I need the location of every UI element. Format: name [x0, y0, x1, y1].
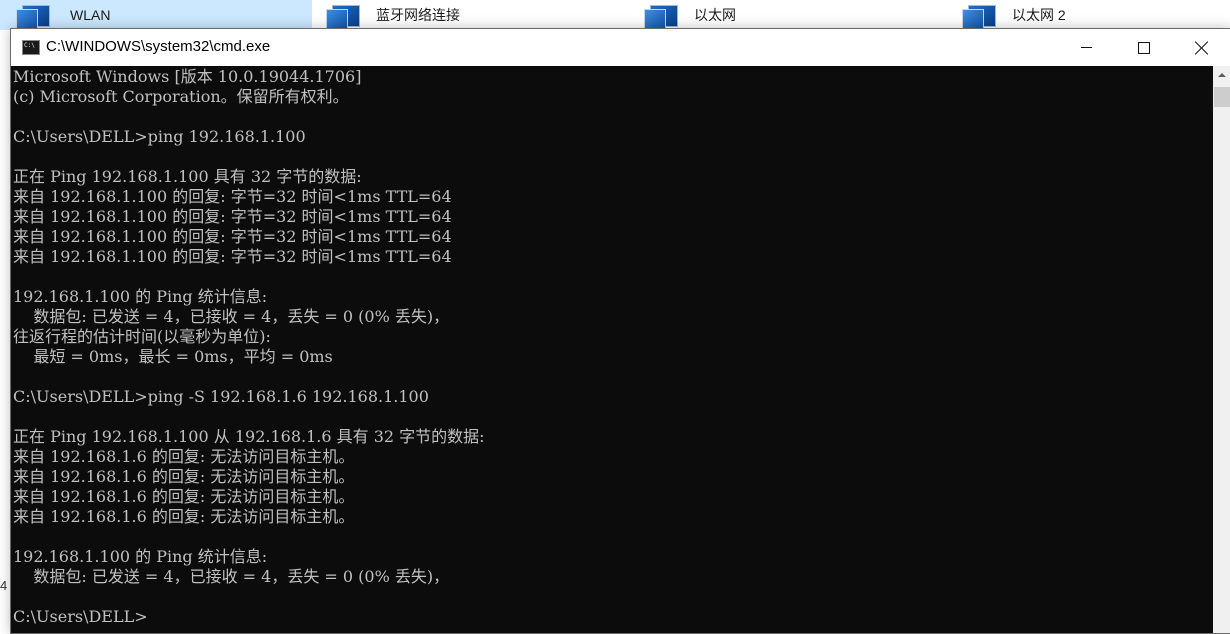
- console-line: 192.168.1.100 的 Ping 统计信息:: [13, 547, 268, 566]
- scroll-thumb[interactable]: [1214, 87, 1230, 107]
- console-line: 正在 Ping 192.168.1.100 从 192.168.1.6 具有 3…: [13, 427, 485, 446]
- network-adapter-icon: [642, 1, 680, 29]
- console-line: 来自 192.168.1.6 的回复: 无法访问目标主机。: [13, 487, 355, 506]
- console-line: 来自 192.168.1.6 的回复: 无法访问目标主机。: [13, 467, 355, 486]
- console-line: 来自 192.168.1.6 的回复: 无法访问目标主机。: [13, 507, 355, 526]
- adapter-label: 以太网 2: [1012, 7, 1066, 23]
- adapter-label: 蓝牙网络连接: [376, 7, 460, 23]
- adapter-item-ethernet-2[interactable]: 以太网 2: [954, 0, 1230, 30]
- console-line: 数据包: 已发送 = 4，已接收 = 4，丢失 = 0 (0% 丢失)，: [13, 307, 450, 326]
- adapter-label: 以太网: [694, 7, 736, 23]
- minimize-icon: [1080, 47, 1092, 48]
- maximize-icon: [1138, 41, 1150, 54]
- console-line: 数据包: 已发送 = 4，已接收 = 4，丢失 = 0 (0% 丢失)，: [13, 567, 450, 586]
- vertical-scrollbar[interactable]: [1213, 66, 1230, 633]
- cmd-window[interactable]: C:\WINDOWS\system32\cmd.exe Microsoft Wi…: [10, 28, 1230, 634]
- console-line: Microsoft Windows [版本 10.0.19044.1706]: [13, 67, 362, 86]
- title-bar[interactable]: C:\WINDOWS\system32\cmd.exe: [11, 29, 1230, 66]
- console-line: 来自 192.168.1.6 的回复: 无法访问目标主机。: [13, 447, 355, 466]
- console-line: 来自 192.168.1.100 的回复: 字节=32 时间<1ms TTL=6…: [13, 207, 452, 226]
- console-line: 最短 = 0ms，最长 = 0ms，平均 = 0ms: [13, 347, 333, 366]
- console-line: C:\Users\DELL>ping -S 192.168.1.6 192.16…: [13, 387, 429, 406]
- adapter-item-wlan[interactable]: WLAN: [0, 0, 312, 30]
- console-line: C:\Users\DELL>: [13, 607, 148, 626]
- close-icon: [1195, 41, 1209, 55]
- console-line: 往返行程的估计时间(以毫秒为单位):: [13, 327, 271, 346]
- network-adapter-icon: [324, 1, 362, 29]
- maximize-button[interactable]: [1115, 29, 1173, 66]
- console-output[interactable]: Microsoft Windows [版本 10.0.19044.1706] (c…: [11, 66, 1213, 633]
- scroll-up-icon[interactable]: [1213, 66, 1230, 84]
- console-line: 正在 Ping 192.168.1.100 具有 32 字节的数据:: [13, 167, 362, 186]
- console-line: C:\Users\DELL>ping 192.168.1.100: [13, 127, 306, 146]
- console-line: 来自 192.168.1.100 的回复: 字节=32 时间<1ms TTL=6…: [13, 227, 452, 246]
- network-adapter-icon: [960, 1, 998, 29]
- console-line: 来自 192.168.1.100 的回复: 字节=32 时间<1ms TTL=6…: [13, 247, 452, 266]
- cmd-icon[interactable]: [22, 40, 40, 55]
- background-edge-text: 4: [0, 578, 8, 593]
- close-button[interactable]: [1173, 29, 1230, 66]
- console-line: (c) Microsoft Corporation。保留所有权利。: [13, 87, 349, 106]
- console-line: 来自 192.168.1.100 的回复: 字节=32 时间<1ms TTL=6…: [13, 187, 452, 206]
- window-title: C:\WINDOWS\system32\cmd.exe: [46, 38, 271, 55]
- adapter-item-ethernet[interactable]: 以太网: [636, 0, 936, 30]
- console-line: 192.168.1.100 的 Ping 统计信息:: [13, 287, 268, 306]
- minimize-button[interactable]: [1057, 29, 1115, 66]
- network-adapter-icon: [14, 1, 52, 29]
- adapter-item-bluetooth[interactable]: 蓝牙网络连接: [318, 0, 618, 30]
- adapter-label: WLAN: [70, 7, 111, 23]
